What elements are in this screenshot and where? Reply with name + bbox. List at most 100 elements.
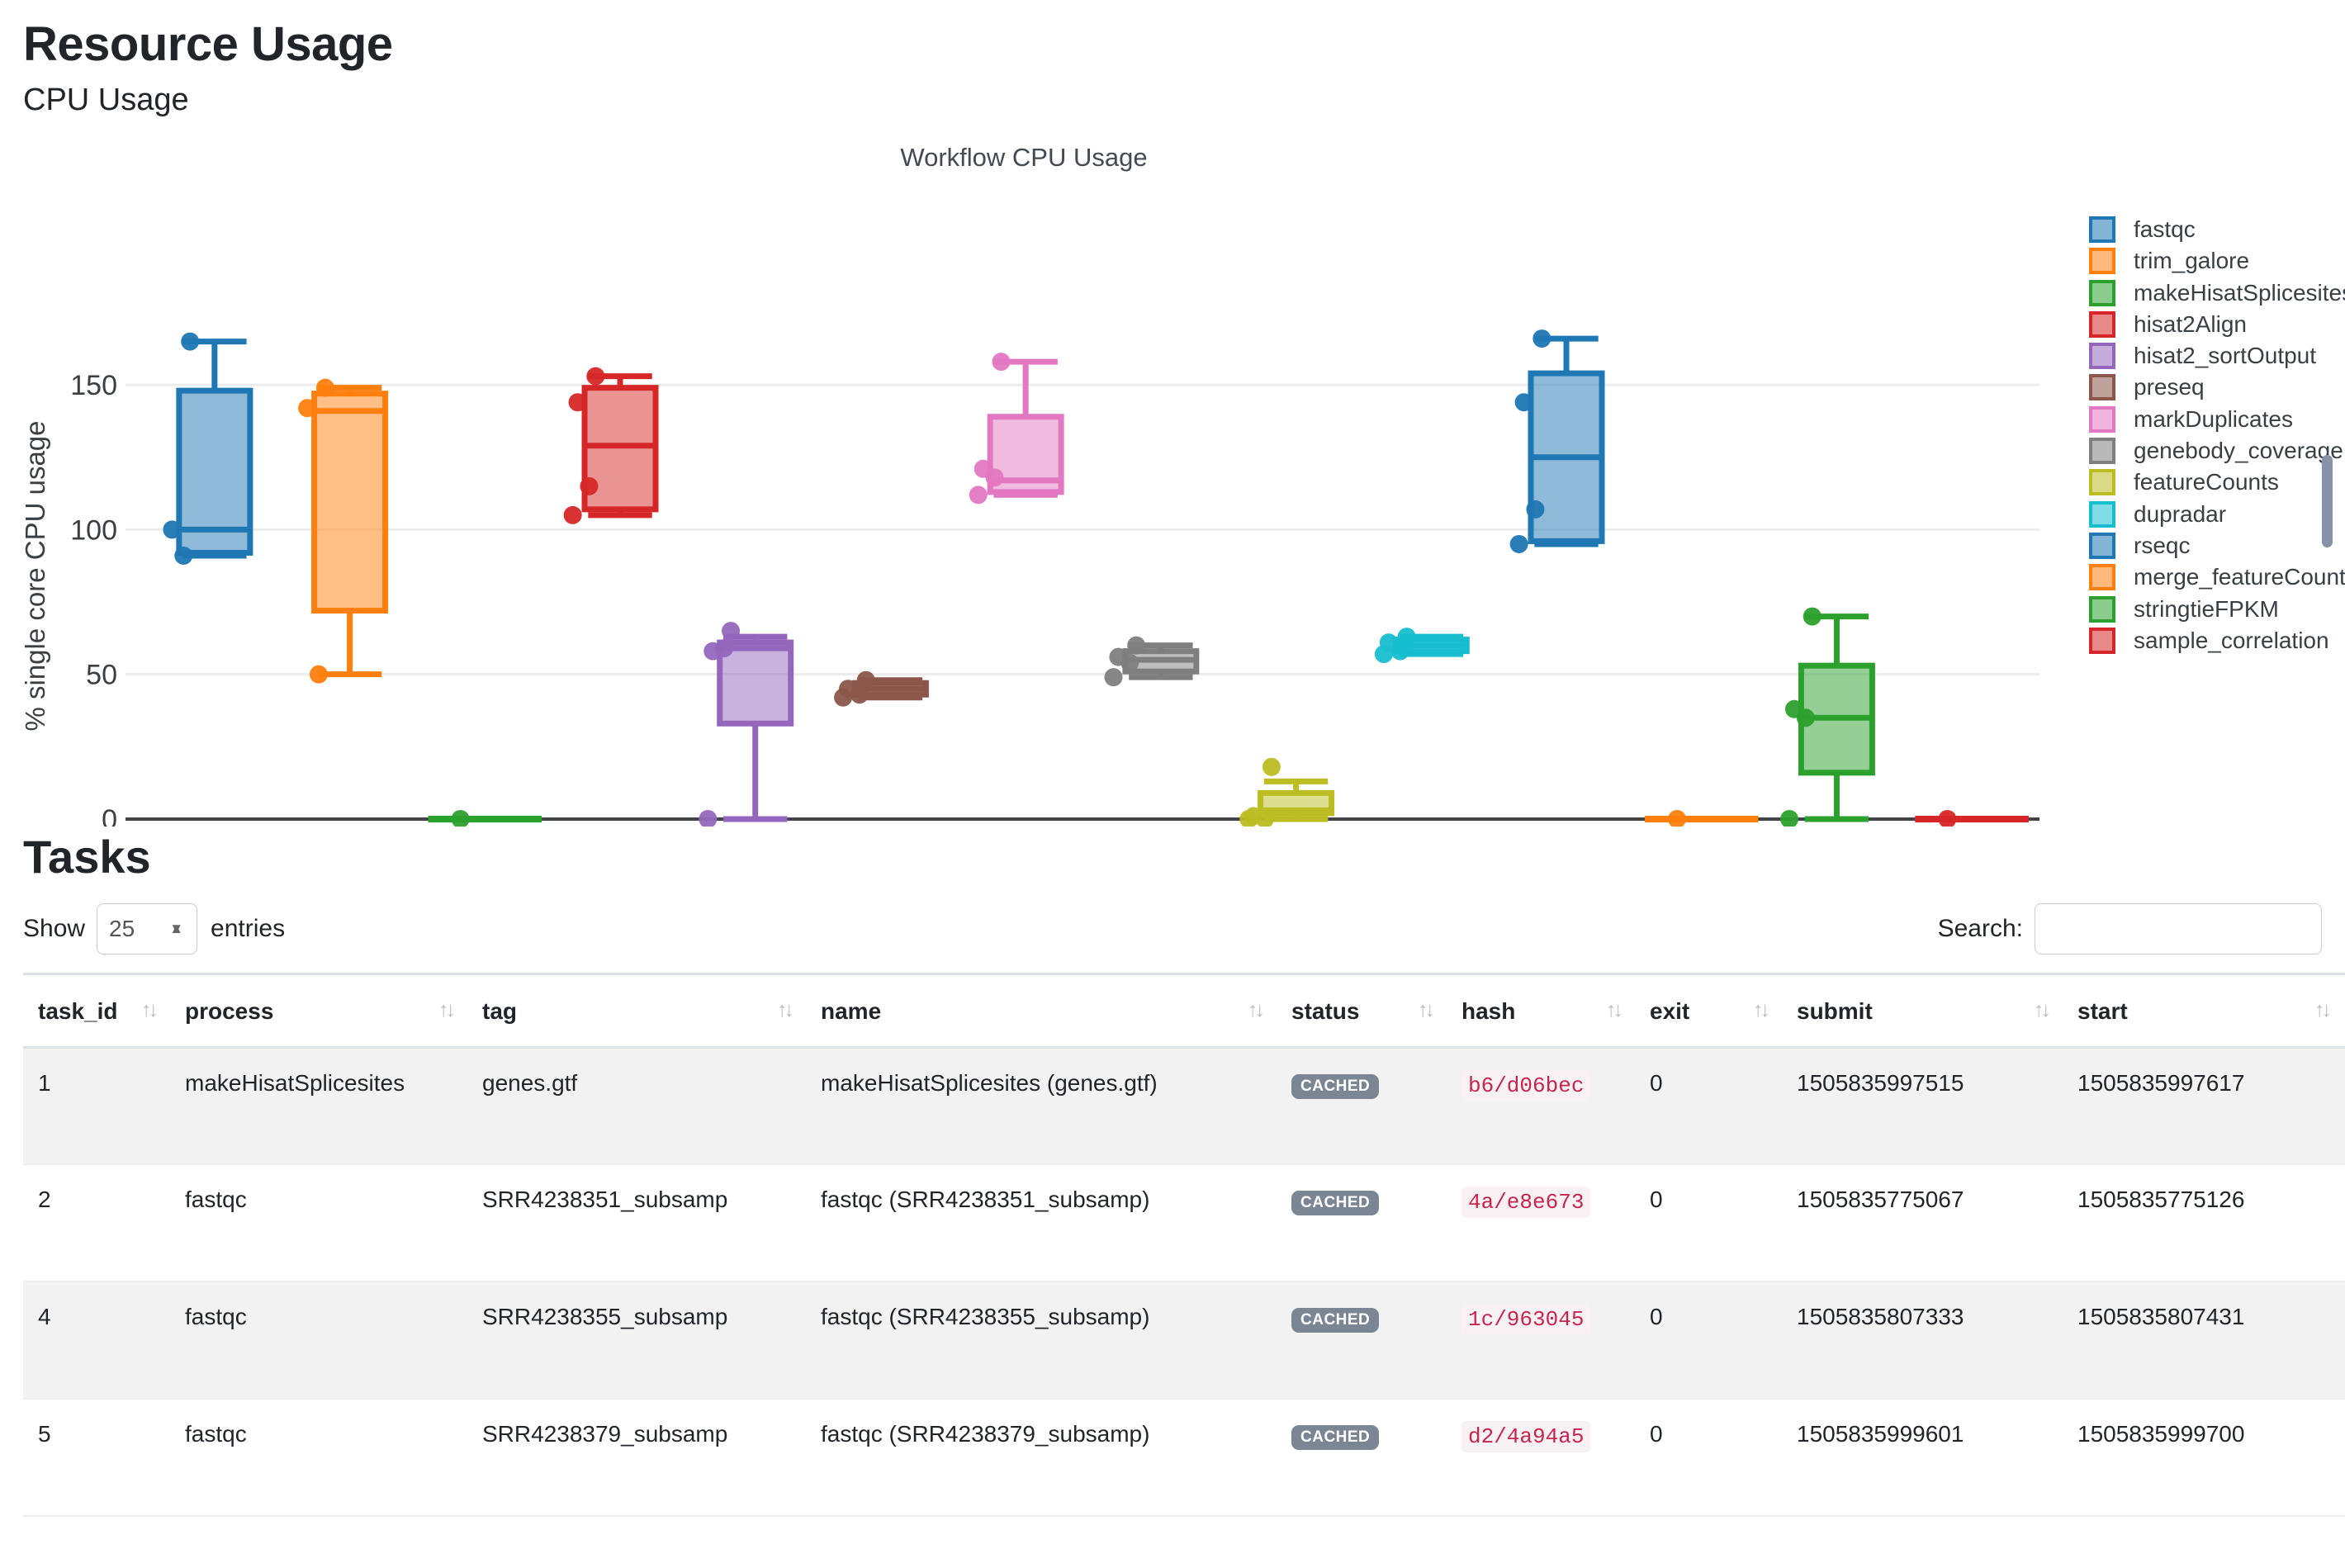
boxplot-fastqc[interactable]: [163, 332, 253, 565]
cell-process: fastqc: [170, 1164, 467, 1283]
table-row[interactable]: 4 fastqc SRR4238355_subsamp fastqc (SRR4238…: [23, 1281, 2345, 1400]
boxplot-hisat2Align[interactable]: [563, 367, 659, 524]
column-header-task_id[interactable]: task_id ↑↓: [23, 972, 170, 1049]
legend-label: fastqc: [2134, 216, 2196, 242]
legend-item[interactable]: genebody_coverage: [2089, 435, 2345, 467]
legend-label: merge_featureCounts: [2134, 564, 2345, 590]
legend-label: sample_correlation: [2134, 627, 2329, 653]
boxplot-makeHisatSplicesites[interactable]: [428, 809, 542, 827]
table-controls: Show 25 ▲ ▼ entries Search:: [23, 902, 2322, 955]
legend-item[interactable]: makeHisatSplicesites: [2089, 277, 2345, 308]
table-row[interactable]: 2 fastqc SRR4238351_subsamp fastqc (SRR4238…: [23, 1164, 2345, 1283]
sort-icon[interactable]: ↑↓: [1418, 998, 1435, 1022]
column-header-tag[interactable]: tag ↑↓: [467, 972, 806, 1049]
show-label: Show: [23, 914, 86, 942]
column-header-process[interactable]: process ↑↓: [170, 972, 467, 1049]
y-axis-tick-label: 100: [70, 514, 117, 546]
cell-status: CACHED: [1277, 1164, 1447, 1283]
chart-scrollbar-thumb[interactable]: [2322, 454, 2333, 547]
boxplot-stringtieFPKM[interactable]: [1780, 607, 1875, 827]
search-input[interactable]: [2035, 902, 2322, 955]
column-header-start[interactable]: start ↑↓: [2063, 972, 2343, 1049]
sort-icon[interactable]: ↑↓: [141, 998, 159, 1022]
sort-icon[interactable]: ↑↓: [438, 998, 456, 1022]
legend-swatch: [2089, 595, 2115, 623]
table-header-row: task_id ↑↓ process ↑↓ tag ↑↓ name ↑↓ status ↑…: [23, 972, 2345, 1049]
sort-icon[interactable]: ↑↓: [777, 998, 794, 1022]
column-header-status[interactable]: status ↑↓: [1277, 972, 1447, 1049]
legend-label: genebody_coverage: [2134, 438, 2343, 464]
hash-code: 1c/963045: [1461, 1304, 1591, 1336]
boxplot-merge_featureCounts[interactable]: [1644, 809, 1759, 827]
hash-code: d2/4a94a5: [1461, 1421, 1591, 1453]
cell-name: fastqc (SRR4238379_subsamp): [806, 1399, 1277, 1518]
sort-icon[interactable]: ↑↓: [1606, 998, 1623, 1022]
cell-exit: 0: [1635, 1281, 1782, 1400]
column-header-label: tag: [482, 997, 517, 1024]
legend-item[interactable]: fastqc: [2089, 214, 2345, 245]
data-point: [699, 809, 718, 827]
legend-label: featureCounts: [2134, 469, 2279, 495]
hash-code: 4a/e8e673: [1461, 1187, 1591, 1219]
legend-label: trim_galore: [2134, 248, 2250, 274]
legend-swatch: [2089, 248, 2115, 275]
boxplot-trim_galore[interactable]: [298, 378, 389, 684]
sort-icon[interactable]: ↑↓: [1753, 998, 1770, 1022]
y-axis-tick-label: 50: [86, 659, 117, 690]
status-badge: CACHED: [1291, 1073, 1380, 1099]
table-row[interactable]: 5 fastqc SRR4238379_subsamp fastqc (SRR4238…: [23, 1399, 2345, 1518]
cell-task_id: 5: [23, 1399, 170, 1518]
column-header-name[interactable]: name ↑↓: [806, 972, 1277, 1049]
cell-process: makeHisatSplicesites: [170, 1047, 467, 1166]
entries-select[interactable]: 25 ▲ ▼: [97, 902, 198, 955]
cell-hash: b6/d06bec: [1447, 1047, 1635, 1166]
sort-icon[interactable]: ↑↓: [2034, 998, 2051, 1022]
cell-name: makeHisatSplicesites (genes.gtf): [806, 1047, 1277, 1166]
cell-hash: d2/4a94a5: [1447, 1399, 1635, 1518]
legend-swatch: [2089, 438, 2115, 465]
sort-icon[interactable]: ↑↓: [1248, 998, 1265, 1022]
boxplot-featureCounts[interactable]: [1239, 757, 1335, 827]
cell-start: 1505835999700: [2063, 1399, 2343, 1518]
legend-item[interactable]: preseq: [2089, 372, 2345, 403]
legend-item[interactable]: markDuplicates: [2089, 404, 2345, 435]
boxplot-genebody_coverage[interactable]: [1104, 636, 1200, 686]
legend-item[interactable]: hisat2_sortOutput: [2089, 340, 2345, 372]
cpu-usage-chart: Workflow CPU Usage 0 50 100 150% single cor…: [0, 133, 2345, 827]
boxplot-dupradar[interactable]: [1374, 627, 1470, 663]
legend-item[interactable]: merge_featureCounts: [2089, 561, 2345, 593]
boxplot-hisat2_sortOutput[interactable]: [699, 621, 794, 827]
legend-item[interactable]: hisat2Align: [2089, 309, 2345, 340]
legend-label: stringtieFPKM: [2134, 595, 2279, 622]
data-point: [1780, 809, 1799, 827]
column-header-label: task_id: [38, 997, 118, 1024]
column-header-submit[interactable]: submit ↑↓: [1782, 972, 2063, 1049]
cell-tag: genes.gtf: [467, 1047, 806, 1166]
status-badge: CACHED: [1291, 1308, 1380, 1334]
cell-hash: 4a/e8e673: [1447, 1164, 1635, 1283]
column-header-label: submit: [1797, 997, 1873, 1024]
column-header-exit[interactable]: exit ↑↓: [1635, 972, 1782, 1049]
cell-status: CACHED: [1277, 1047, 1447, 1166]
chart-legend: fastqc trim_galore makeHisatSplicesites his…: [2089, 214, 2345, 656]
table-row[interactable]: 1 makeHisatSplicesites genes.gtf makeHisatS…: [23, 1047, 2345, 1166]
boxplot-sample_correlation[interactable]: [1915, 809, 2029, 827]
tasks-table: task_id ↑↓ process ↑↓ tag ↑↓ name ↑↓ status ↑…: [23, 972, 2345, 1518]
legend-swatch: [2089, 564, 2115, 591]
legend-swatch: [2089, 532, 2115, 559]
column-header-hash[interactable]: hash ↑↓: [1447, 972, 1635, 1049]
cell-tag: SRR4238355_subsamp: [467, 1281, 806, 1400]
legend-item[interactable]: rseqc: [2089, 530, 2345, 561]
legend-item[interactable]: trim_galore: [2089, 245, 2345, 277]
column-header-label: name: [821, 997, 882, 1024]
legend-item[interactable]: dupradar: [2089, 498, 2345, 529]
legend-item[interactable]: stringtieFPKM: [2089, 593, 2345, 624]
boxplot-preseq[interactable]: [834, 670, 929, 707]
entries-label: entries: [211, 914, 286, 942]
sort-icon[interactable]: ↑↓: [2314, 998, 2332, 1022]
legend-item[interactable]: featureCounts: [2089, 467, 2345, 498]
boxplot-markDuplicates[interactable]: [969, 352, 1064, 505]
cell-start: 1505835997617: [2063, 1047, 2343, 1166]
legend-item[interactable]: sample_correlation: [2089, 625, 2345, 656]
boxplot-rseqc[interactable]: [1509, 329, 1605, 553]
